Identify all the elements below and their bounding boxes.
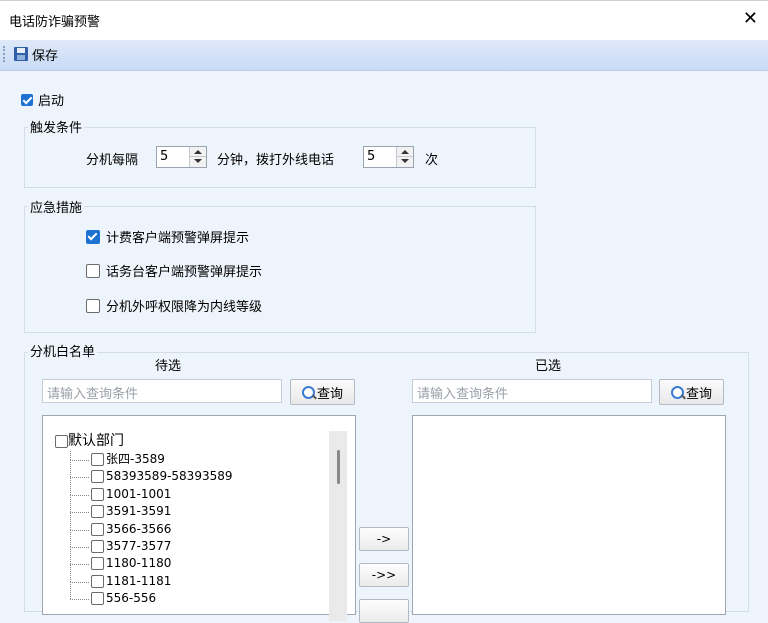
selected-search-button-label: 查询 <box>685 386 712 402</box>
interval-stepper-arrows[interactable] <box>189 147 206 167</box>
measure-option-3[interactable]: 分机外呼权限降为内线等级 <box>86 296 262 315</box>
tree-item-label: 1180-1180 <box>106 556 172 571</box>
measure-checkbox-3[interactable] <box>86 298 100 313</box>
selected-search-input[interactable]: 请输入查询条件 <box>412 379 652 403</box>
scrollbar-thumb[interactable] <box>337 450 340 484</box>
tree-item-label: 张四-3589 <box>106 452 165 466</box>
tree-item[interactable]: 1001-1001 <box>55 477 233 503</box>
selected-search-button[interactable]: 查询 <box>659 379 724 405</box>
toolbar: 保存 <box>0 40 768 71</box>
tree-item-checkbox[interactable] <box>91 505 104 519</box>
stepper-down-icon[interactable] <box>401 159 409 163</box>
pending-search-input[interactable]: 请输入查询条件 <box>42 379 282 403</box>
pending-list-scrollbar[interactable] <box>329 431 347 621</box>
tree-item[interactable]: 1180-1180 <box>55 547 233 572</box>
selected-header: 已选 <box>535 359 562 374</box>
title-bar: 电话防诈骗预警 ✕ <box>0 0 768 41</box>
measure-checkbox-2[interactable] <box>86 263 100 278</box>
tree-item-checkbox[interactable] <box>91 453 104 466</box>
tree-item[interactable]: 3591-3591 <box>55 495 233 520</box>
count-value: 5 <box>367 149 376 164</box>
add-selected-button[interactable]: -> <box>359 527 409 551</box>
trigger-suffix-label: 次 <box>425 153 439 168</box>
search-icon <box>301 385 315 399</box>
stepper-down-icon[interactable] <box>194 159 202 163</box>
tree-item[interactable]: 3577-3577 <box>55 529 233 555</box>
tree-root-label: 默认部门 <box>68 433 124 449</box>
stepper-up-icon[interactable] <box>401 150 409 154</box>
trigger-prefix-label: 分机每隔 <box>86 153 139 168</box>
pending-search-button-label: 查询 <box>316 386 343 402</box>
measure-label-1: 计费客户端预警弹屏提示 <box>106 231 250 246</box>
enable-checkbox-row[interactable]: 启动 <box>21 90 64 109</box>
tree-item-label: 3591-3591 <box>106 504 172 519</box>
measure-checkbox-1[interactable] <box>86 229 100 244</box>
tree-item-checkbox[interactable] <box>91 539 104 553</box>
add-all-button[interactable]: ->> <box>359 563 409 587</box>
search-icon <box>670 385 684 399</box>
window-title: 电话防诈骗预警 <box>9 15 101 30</box>
measure-option-2[interactable]: 话务台客户端预警弹屏提示 <box>86 261 262 280</box>
save-button[interactable]: 保存 <box>14 44 58 64</box>
tree-item-label: 3577-3577 <box>106 538 172 553</box>
tree-item-label: 58393589-58393589 <box>106 469 233 484</box>
move-button[interactable] <box>359 599 409 623</box>
measure-label-3: 分机外呼权限降为内线等级 <box>106 300 263 315</box>
selected-list[interactable] <box>412 415 726 615</box>
tree-item-checkbox[interactable] <box>91 522 104 536</box>
tree-item-label: 1181-1181 <box>106 573 172 588</box>
tree-item-label: 3566-3566 <box>106 521 172 536</box>
tree-item-checkbox[interactable] <box>91 592 104 606</box>
pending-header: 待选 <box>155 359 182 374</box>
tree-item[interactable]: 58393589-58393589 <box>55 460 233 485</box>
measures-legend: 应急措施 <box>28 197 85 216</box>
tree-item[interactable]: 张四-3589 <box>55 451 233 468</box>
tree-item-checkbox[interactable] <box>91 487 104 501</box>
save-button-label: 保存 <box>32 48 59 64</box>
close-icon[interactable]: ✕ <box>743 9 758 29</box>
tree-item-checkbox[interactable] <box>91 557 104 571</box>
pending-search-button[interactable]: 查询 <box>290 379 355 405</box>
tree-item[interactable]: 1181-1181 <box>55 564 233 590</box>
trigger-middle-label: 分钟，拨打外线电话 <box>217 153 335 168</box>
measure-label-2: 话务台客户端预警弹屏提示 <box>106 265 263 280</box>
pending-list[interactable]: 默认部门 张四-3589 58393589-58393589 1001-1001… <box>42 415 356 621</box>
interval-value: 5 <box>160 149 169 164</box>
toolbar-grip <box>3 46 8 62</box>
floppy-disk-icon <box>14 47 28 61</box>
tree-root-item[interactable]: 默认部门 <box>55 431 233 451</box>
trigger-legend: 触发条件 <box>28 117 85 136</box>
stepper-up-icon[interactable] <box>194 150 202 154</box>
tree-item[interactable]: 3566-3566 <box>55 512 233 538</box>
tree-item[interactable]: 556-556 <box>55 582 233 607</box>
department-tree: 默认部门 张四-3589 58393589-58393589 1001-1001… <box>55 431 233 608</box>
tree-item-checkbox[interactable] <box>91 574 104 588</box>
count-stepper[interactable]: 5 <box>363 146 414 168</box>
tree-item-label: 1001-1001 <box>106 486 172 501</box>
tree-item-checkbox[interactable] <box>91 470 104 484</box>
tree-root-checkbox[interactable] <box>55 434 68 448</box>
enable-label: 启动 <box>38 94 65 109</box>
enable-checkbox[interactable] <box>21 93 33 106</box>
count-stepper-arrows[interactable] <box>396 147 413 167</box>
whitelist-legend: 分机白名单 <box>28 341 98 360</box>
tree-item-label: 556-556 <box>106 591 157 606</box>
interval-stepper[interactable]: 5 <box>156 146 207 168</box>
measure-option-1[interactable]: 计费客户端预警弹屏提示 <box>86 227 249 246</box>
